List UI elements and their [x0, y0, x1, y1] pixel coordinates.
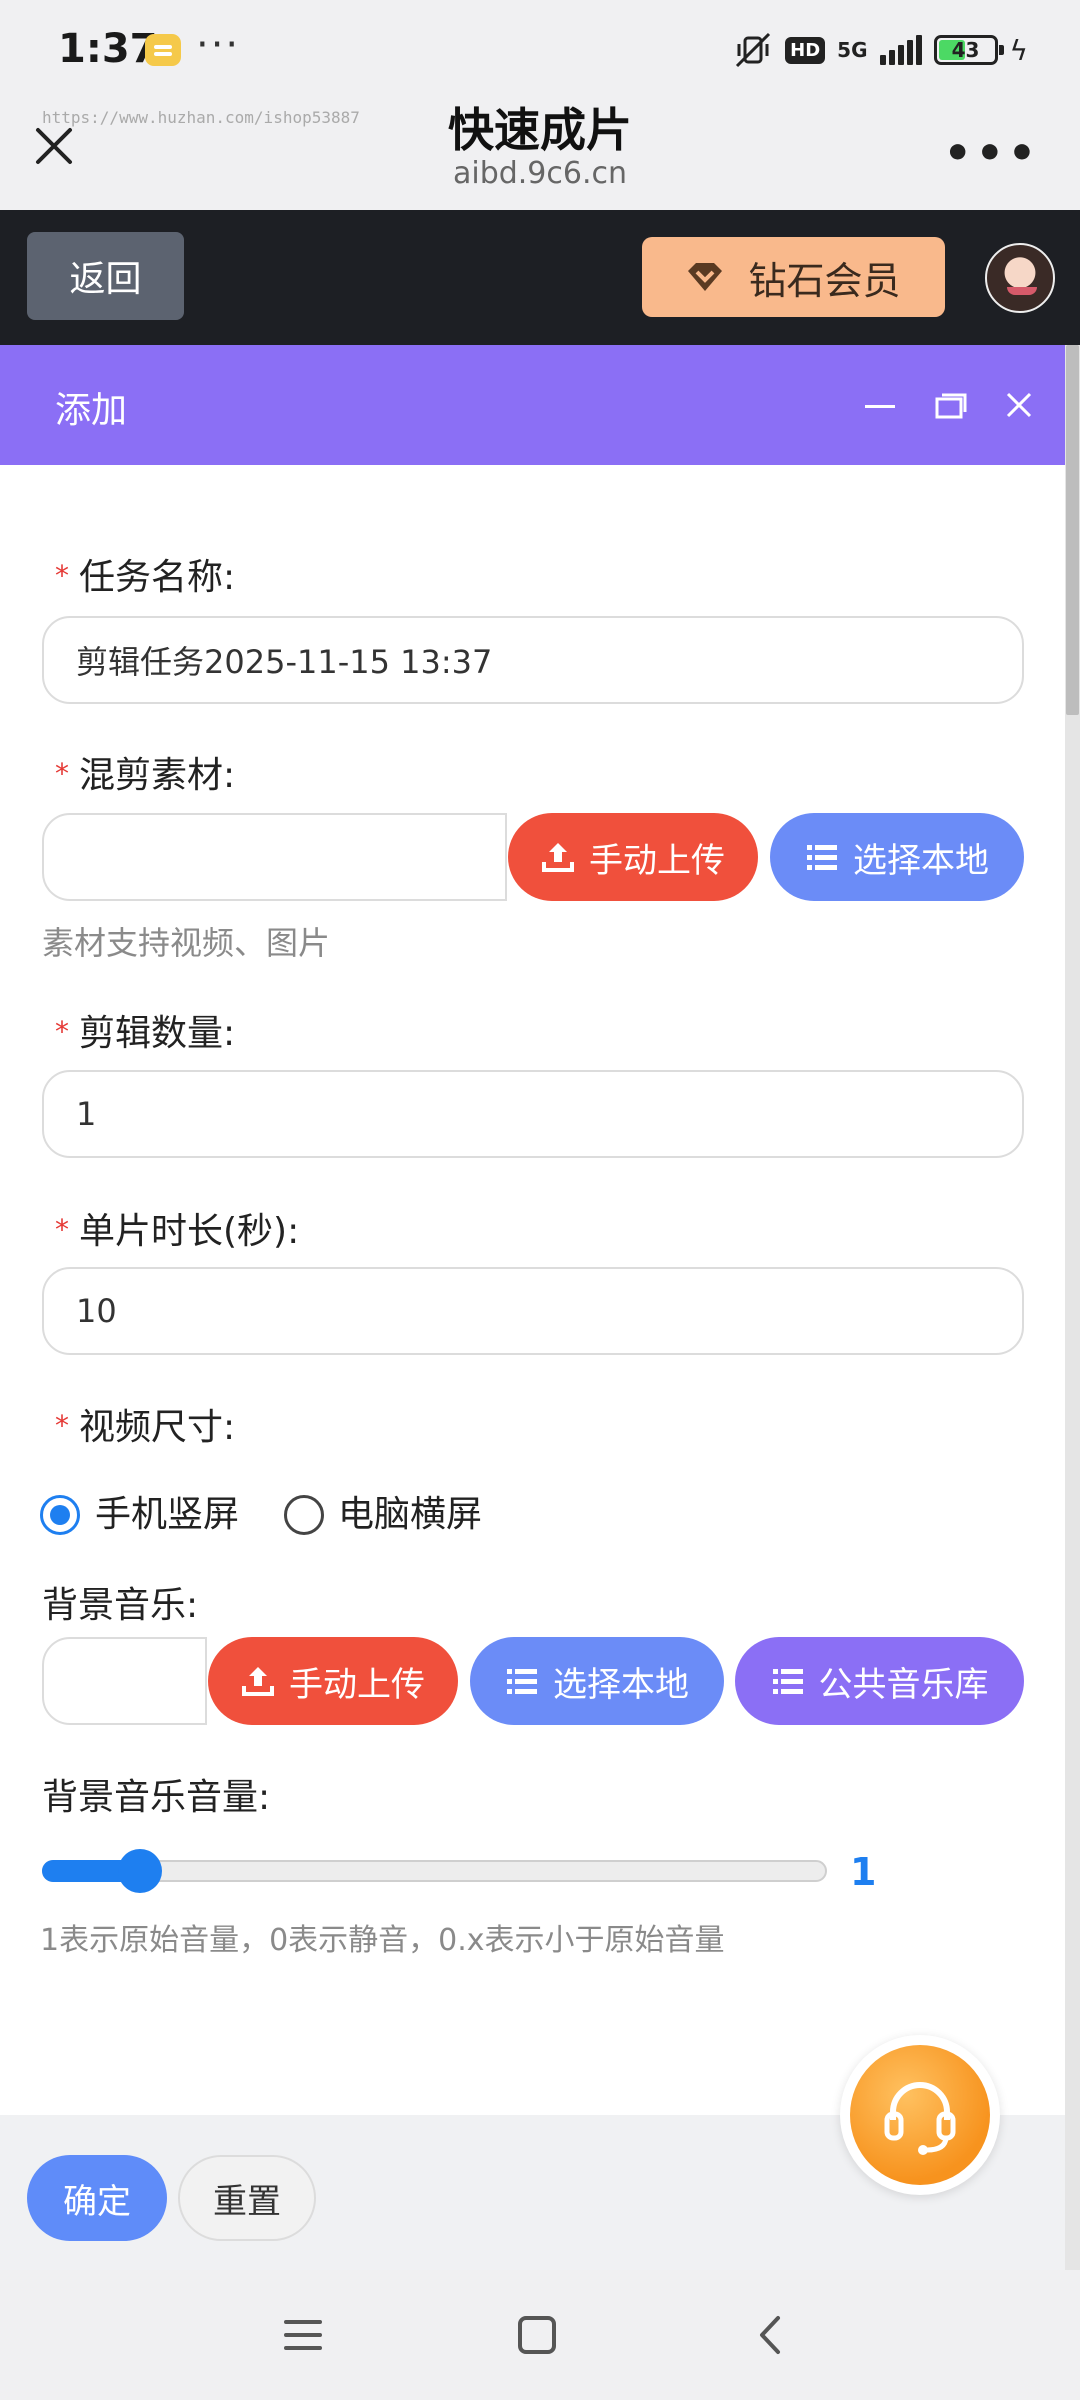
material-local-button[interactable]: 选择本地 [770, 813, 1024, 901]
volume-label: 背景音乐音量: [42, 1777, 271, 1818]
confirm-button[interactable]: 确定 [27, 2155, 167, 2241]
maximize-icon[interactable] [935, 393, 967, 419]
page-url: aibd.9c6.cn [452, 156, 628, 191]
list-icon [807, 845, 837, 870]
more-notifications-icon: ··· [196, 22, 241, 68]
browser-bar: https://www.huzhan.com/ishop53887 快速成片 a… [0, 100, 1080, 210]
music-input[interactable] [42, 1637, 207, 1725]
music-library-button[interactable]: 公共音乐库 [735, 1637, 1024, 1725]
headset-icon [884, 2082, 956, 2155]
task-name-input[interactable]: 剪辑任务2025-11-15 13:37 [42, 616, 1024, 704]
music-label: 背景音乐: [42, 1585, 199, 1626]
back-icon[interactable] [746, 2310, 796, 2360]
dialog-title: 添加 [55, 390, 128, 431]
duration-input[interactable]: 10 [42, 1267, 1024, 1355]
upload-icon [242, 1667, 274, 1696]
list-icon [507, 1669, 537, 1694]
back-button[interactable]: 返回 [27, 232, 184, 320]
more-menu-icon[interactable]: ••• [944, 128, 1040, 179]
dialog-close-icon[interactable] [1005, 391, 1033, 419]
battery-icon: 43 [933, 35, 1004, 65]
vibrate-mute-icon [736, 32, 771, 68]
minimize-icon[interactable] [865, 405, 895, 408]
customer-support-button[interactable] [840, 2035, 1000, 2195]
status-icons: HD 5G 43 ϟ [733, 30, 1028, 70]
reset-button[interactable]: 重置 [178, 2155, 316, 2241]
scrollbar-thumb[interactable] [1066, 345, 1079, 715]
diamond-icon [688, 263, 723, 291]
video-size-label: * 视频尺寸: [55, 1407, 236, 1448]
vip-label: 钻石会员 [748, 258, 901, 303]
volume-value: 1 [850, 1850, 877, 1894]
material-hint: 素材支持视频、图片 [42, 924, 331, 962]
system-nav-bar [0, 2270, 1080, 2400]
network-type: 5G [837, 38, 868, 62]
material-upload-button[interactable]: 手动上传 [508, 813, 758, 901]
status-time: 1:37 [58, 26, 158, 72]
dialog-header: 添加 [0, 345, 1065, 465]
radio-portrait[interactable] [40, 1495, 80, 1535]
list-icon [772, 1669, 803, 1694]
count-label: * 剪辑数量: [55, 1013, 236, 1054]
menu-icon[interactable] [278, 2310, 328, 2360]
home-icon[interactable] [512, 2310, 562, 2360]
message-notification-icon [145, 34, 181, 66]
avatar[interactable] [985, 243, 1055, 313]
battery-level: 43 [951, 38, 980, 62]
page-title: 快速成片 [448, 103, 632, 157]
volume-slider-knob[interactable] [118, 1849, 163, 1893]
volume-hint: 1表示原始音量，0表示静音，0.x表示小于原始音量 [40, 1923, 725, 1958]
radio-portrait-label[interactable]: 手机竖屏 [95, 1485, 239, 1537]
charging-icon: ϟ [1009, 33, 1028, 67]
app-header: 返回 钻石会员 [0, 210, 1080, 345]
upload-icon [542, 843, 574, 872]
radio-landscape-label[interactable]: 电脑横屏 [338, 1485, 482, 1537]
vip-button[interactable]: 钻石会员 [642, 237, 945, 317]
music-local-button[interactable]: 选择本地 [470, 1637, 724, 1725]
music-upload-button[interactable]: 手动上传 [208, 1637, 458, 1725]
count-input[interactable]: 1 [42, 1070, 1024, 1158]
material-label: * 混剪素材: [55, 755, 236, 796]
material-input[interactable] [42, 813, 507, 901]
duration-label: * 单片时长(秒): [55, 1211, 300, 1252]
radio-landscape[interactable] [284, 1495, 324, 1535]
task-name-label: * 任务名称: [55, 557, 236, 598]
status-bar: 1:37 ··· HD 5G 43 ϟ [0, 0, 1080, 100]
signal-icon [879, 35, 922, 65]
hd-icon: HD [785, 36, 826, 64]
